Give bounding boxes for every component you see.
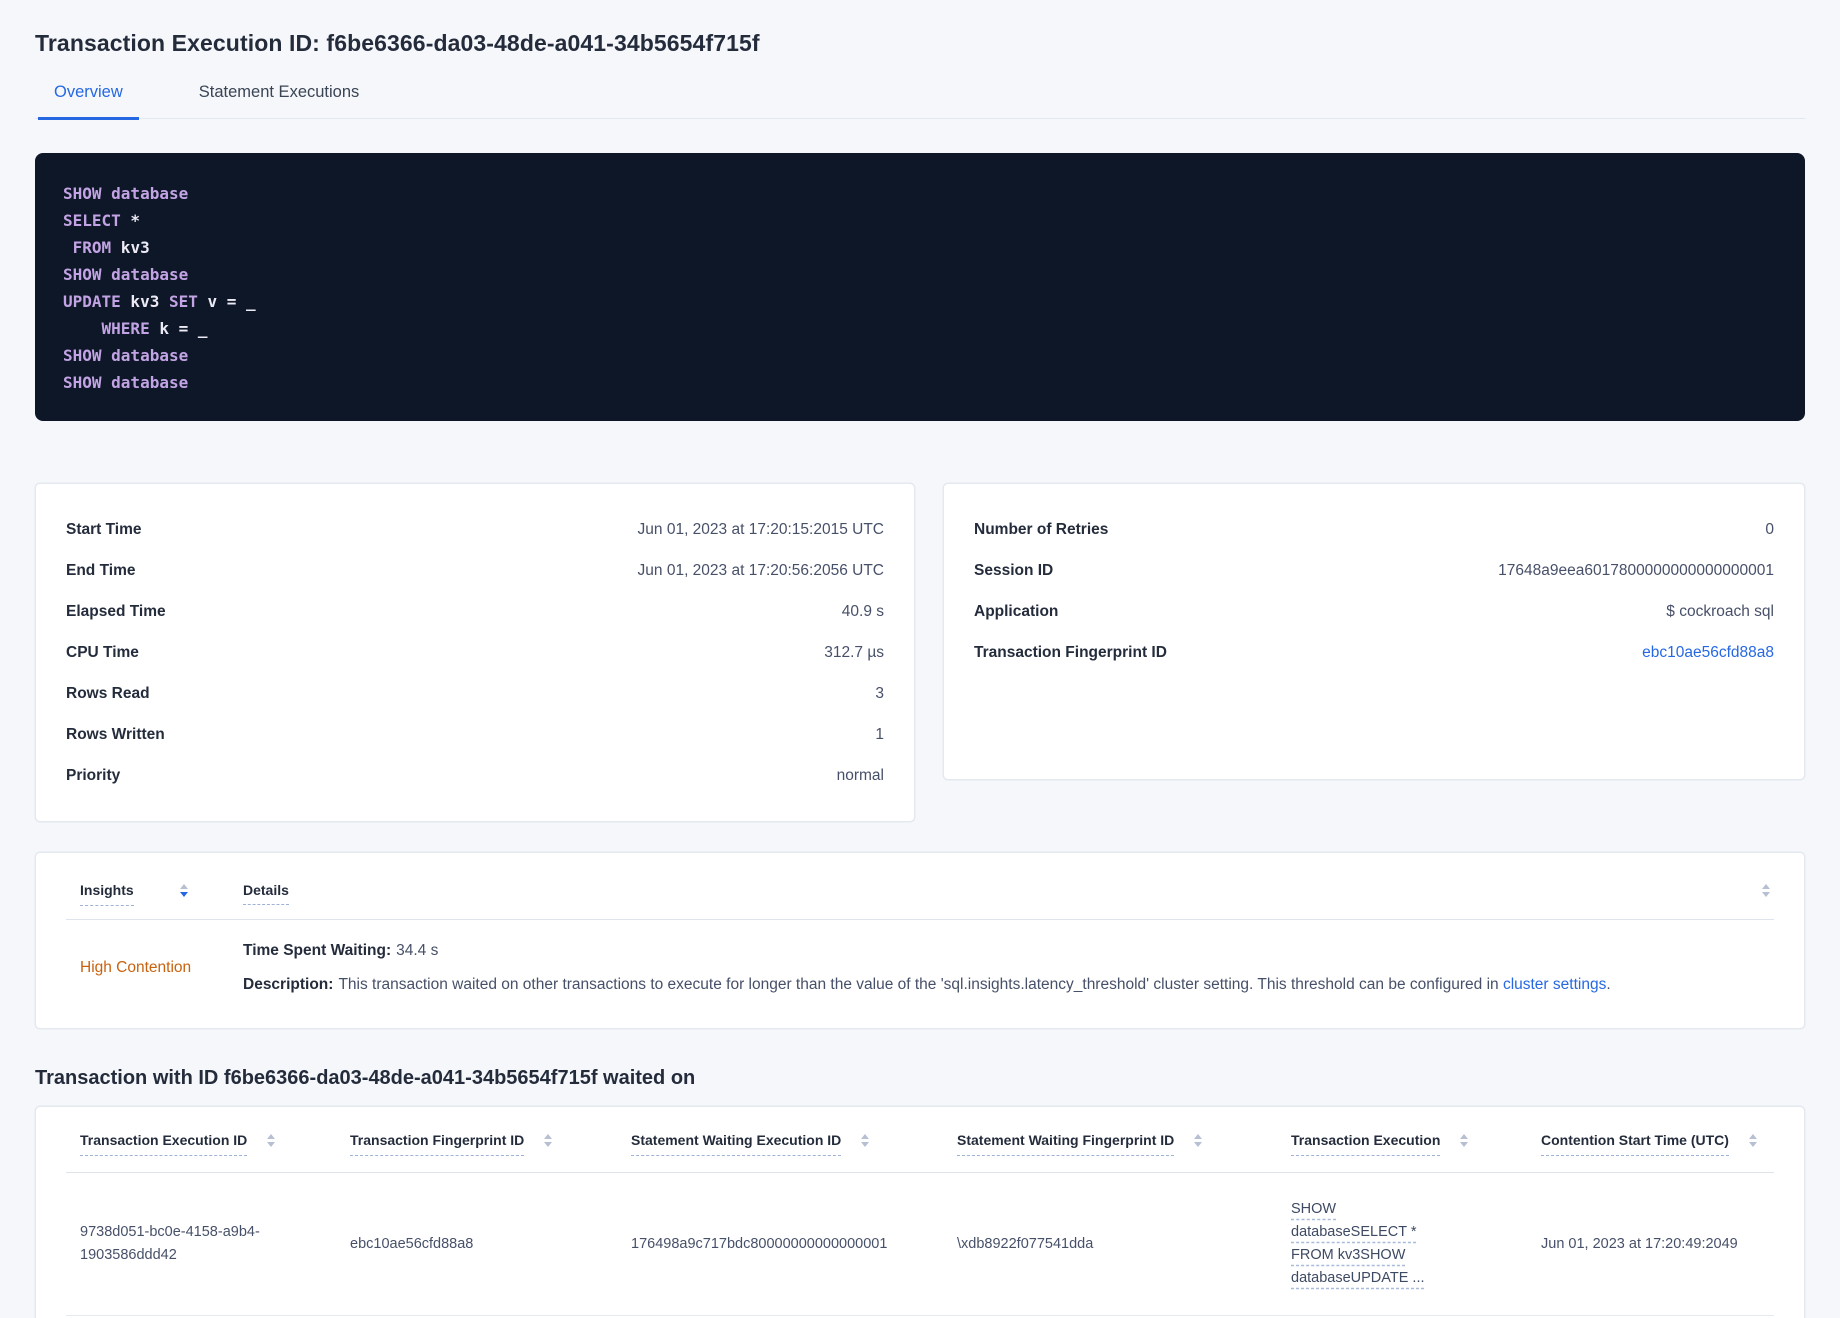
execution-summary-card: Start Time Jun 01, 2023 at 17:20:15:2015… [35,483,915,822]
cell-transaction-execution-id: 9738d051-bc0e-4158-a9b4-1903586ddd42 [80,1224,260,1264]
transaction-fingerprint-link[interactable]: ebc10ae56cfd88a8 [1642,644,1774,662]
sql-statements-box: SHOW database SELECT * FROM kv3 SHOW dat… [35,153,1805,421]
description-text: This transaction waited on other transac… [338,976,1503,994]
summary-label: Number of Retries [974,520,1109,538]
column-header-transaction-execution-id[interactable]: Transaction Execution ID [66,1131,336,1172]
column-header-contention-start-time[interactable]: Contention Start Time (UTC) [1527,1131,1774,1172]
summary-row: End Time Jun 01, 2023 at 17:20:56:2056 U… [66,550,884,591]
column-header-statement-waiting-execution-id[interactable]: Statement Waiting Execution ID [617,1131,943,1172]
sort-icon[interactable] [179,884,188,897]
summary-label: CPU Time [66,643,139,661]
waited-on-heading: Transaction with ID f6be6366-da03-48de-a… [35,1067,696,1090]
transaction-execution-page: Transaction Execution ID: f6be6366-da03-… [0,0,1840,1318]
time-spent-waiting: Time Spent Waiting: 34.4 s [243,940,1611,962]
sort-icon[interactable] [267,1134,276,1148]
insight-details-cell: Time Spent Waiting: 34.4 s Description: Th… [243,940,1611,996]
sql-line: UPDATE kv3 SET v = _ [63,292,256,311]
cell-contention-start-time: Jun 01, 2023 at 17:20:49:2049 [1541,1235,1738,1252]
start-time-value: Jun 01, 2023 at 17:20:15:2015 UTC [637,520,884,538]
sql-line: SHOW database [63,346,189,365]
cpu-time-value: 312.7 µs [824,643,884,661]
summary-label: Rows Read [66,684,150,702]
column-header-transaction-execution[interactable]: Transaction Execution [1277,1131,1527,1172]
elapsed-time-value: 40.9 s [841,602,884,620]
summary-label: Rows Written [66,725,165,743]
sql-line: FROM kv3 [72,238,150,257]
sort-icon[interactable] [1194,1134,1203,1148]
summary-row: Rows Written 1 [66,714,884,755]
summary-cards-row: Start Time Jun 01, 2023 at 17:20:15:2015… [35,483,1805,822]
session-id-value: 17648a9eea6017800000000000000001 [1498,561,1774,579]
summary-label: Start Time [66,520,142,538]
sql-line: SHOW database [63,184,189,203]
sort-icon[interactable] [544,1134,553,1148]
page-title: Transaction Execution ID: f6be6366-da03-… [35,30,760,56]
waited-on-table-header: Transaction Execution ID Transaction Fin… [66,1131,1774,1174]
tab-statement-executions[interactable]: Statement Executions [183,83,376,120]
cell-transaction-fingerprint-id: ebc10ae56cfd88a8 [350,1235,474,1252]
summary-row: Application $ cockroach sql [974,591,1774,632]
column-header-transaction-fingerprint-id[interactable]: Transaction Fingerprint ID [336,1131,617,1172]
cell-transaction-execution: SHOW databaseSELECT * FROM kv3SHOW datab… [1277,1198,1527,1290]
summary-row: Rows Read 3 [66,673,884,714]
time-spent-waiting-label: Time Spent Waiting: [243,942,392,960]
description-period: . [1606,976,1611,994]
end-time-value: Jun 01, 2023 at 17:20:56:2056 UTC [637,561,884,579]
tab-bar: Overview Statement Executions [35,83,1805,120]
application-value: $ cockroach sql [1666,602,1774,620]
waited-on-table-card: Transaction Execution ID Transaction Fin… [35,1106,1805,1318]
cell-statement-waiting-fingerprint-id: \xdb8922f077541dda [957,1235,1094,1252]
transaction-execution-link[interactable]: SHOW databaseSELECT * FROM kv3SHOW datab… [1291,1201,1425,1286]
session-summary-card: Number of Retries 0 Session ID 17648a9ee… [943,483,1805,780]
summary-label: Elapsed Time [66,602,166,620]
insight-description: Description: This transaction waited on o… [243,974,1611,996]
rows-read-value: 3 [875,684,884,702]
summary-label: Priority [66,766,121,784]
sql-line: SHOW database [63,373,189,392]
insights-column-header[interactable]: Insights [66,881,243,907]
table-row: 9738d051-bc0e-4158-a9b4-1903586ddd42 ebc… [66,1173,1774,1317]
sort-icon[interactable] [1762,884,1770,897]
insight-type-cell: High Contention [66,940,243,996]
insights-table-header: Insights Details [66,881,1774,921]
cluster-settings-link[interactable]: cluster settings [1503,976,1606,993]
sort-icon[interactable] [1748,1134,1757,1148]
summary-row: Priority normal [66,755,884,796]
high-contention-badge: High Contention [80,959,192,977]
details-column-header[interactable]: Details [243,881,289,905]
summary-row: Transaction Fingerprint ID ebc10ae56cfd8… [974,632,1774,673]
sql-line: SELECT * [63,211,141,230]
insights-column-label[interactable]: Insights [80,881,134,907]
sql-line: WHERE k = _ [101,319,208,338]
summary-row: CPU Time 312.7 µs [66,632,884,673]
summary-label: End Time [66,561,136,579]
column-header-statement-waiting-fingerprint-id[interactable]: Statement Waiting Fingerprint ID [943,1131,1277,1172]
priority-value: normal [836,766,884,784]
tab-overview[interactable]: Overview [38,83,139,120]
time-spent-waiting-value: 34.4 s [396,942,439,960]
summary-row: Start Time Jun 01, 2023 at 17:20:15:2015… [66,509,884,550]
summary-row: Elapsed Time 40.9 s [66,591,884,632]
summary-row: Number of Retries 0 [974,509,1774,550]
insights-card: Insights Details High Contention Time Sp… [35,852,1805,1030]
description-label: Description: [243,976,334,994]
details-column-label[interactable]: Details [243,882,289,905]
summary-label: Session ID [974,561,1054,579]
summary-row: Session ID 17648a9eea6017800000000000000… [974,550,1774,591]
sort-icon[interactable] [1460,1134,1469,1148]
sql-line: SHOW database [63,265,189,284]
summary-label: Application [974,602,1059,620]
cell-statement-waiting-execution-id: 176498a9c717bdc80000000000000001 [631,1235,888,1252]
retries-value: 0 [1765,520,1774,538]
sort-icon[interactable] [861,1134,870,1148]
rows-written-value: 1 [875,725,884,743]
insight-row: High Contention Time Spent Waiting: 34.4 … [66,920,1774,1000]
summary-label: Transaction Fingerprint ID [974,643,1167,661]
